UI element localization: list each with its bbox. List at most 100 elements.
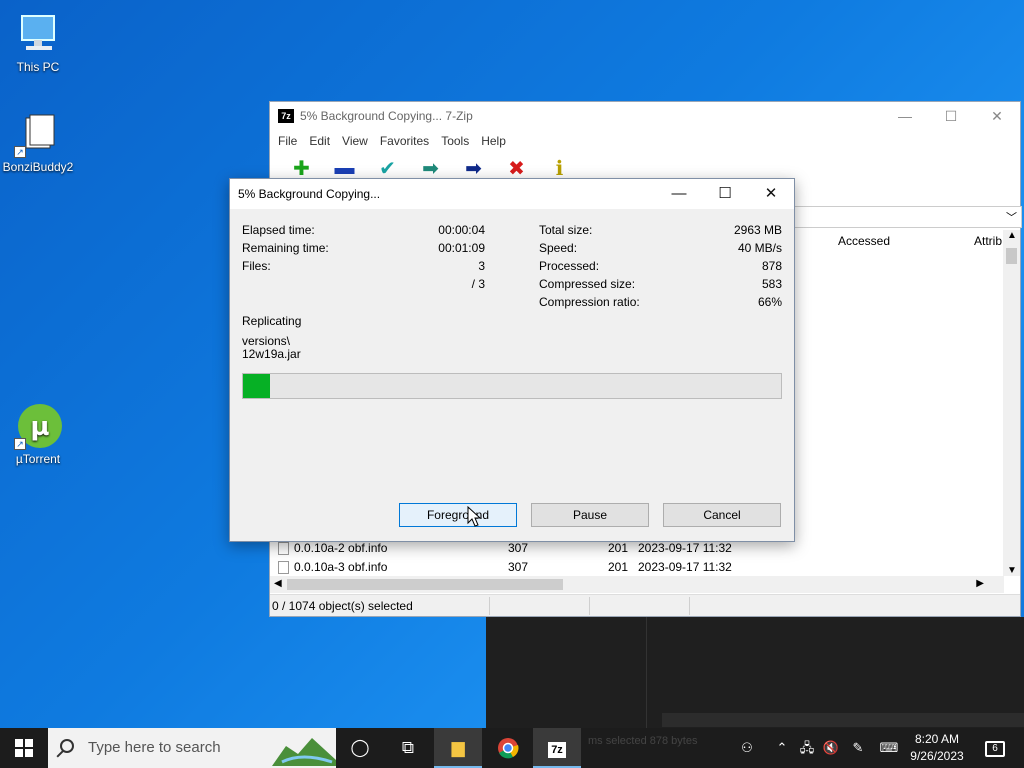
people-icon[interactable]: ⚇: [734, 728, 760, 768]
info-icon[interactable]: ℹ: [538, 156, 581, 181]
processed-value: 878: [761, 259, 782, 273]
horizontal-scrollbar[interactable]: ◀ ▶: [270, 576, 1004, 593]
background-status-text: ms selected 878 bytes: [588, 735, 698, 747]
pen-icon[interactable]: ✎: [846, 728, 870, 768]
compression-ratio-value: 66%: [757, 295, 782, 309]
address-bar[interactable]: ﹀: [794, 206, 1022, 228]
scroll-right-icon[interactable]: ▶: [976, 578, 984, 589]
desktop-icon-label: BonziBuddy2: [2, 160, 74, 174]
processed-label: Processed:: [539, 259, 600, 273]
notification-count: 6: [985, 740, 1005, 757]
menu-tools[interactable]: Tools: [441, 134, 469, 148]
remaining-time-value: 00:01:09: [438, 241, 485, 255]
svg-text:µ: µ: [30, 412, 49, 442]
utorrent-icon: µ ↗: [14, 402, 62, 450]
column-attrib[interactable]: Attrib: [974, 230, 1002, 252]
elapsed-time-value: 00:00:04: [438, 223, 485, 237]
minimize-button[interactable]: —: [882, 102, 928, 130]
maximize-button[interactable]: ☐: [702, 179, 748, 209]
scroll-left-icon[interactable]: ◀: [274, 578, 282, 589]
file-explorer-icon[interactable]: ▆: [434, 728, 482, 768]
close-button[interactable]: ✕: [748, 179, 794, 209]
files-value: 3: [478, 259, 485, 273]
current-path: versions\: [242, 334, 291, 348]
speed-label: Speed:: [539, 241, 578, 255]
menu-view[interactable]: View: [342, 134, 368, 148]
title-bar: 7z 5% Background Copying... 7-Zip — ☐ ✕: [270, 102, 1020, 130]
scroll-down-icon[interactable]: ▼: [1007, 565, 1017, 576]
list-item[interactable]: 0.0.10a-3 obf.info 307 201 2023-09-17 11…: [278, 558, 978, 577]
scroll-up-icon[interactable]: ▲: [1007, 230, 1017, 241]
operation-text: Replicating: [242, 314, 302, 328]
progress-fill: [243, 374, 270, 398]
folder-icon: ↗: [14, 110, 62, 158]
progress-dialog: 5% Background Copying... — ☐ ✕ Elapsed t…: [229, 178, 795, 542]
search-icon: [60, 739, 74, 753]
minimize-button[interactable]: —: [656, 179, 702, 209]
compressed-size-label: Compressed size:: [539, 277, 636, 291]
menu-help[interactable]: Help: [481, 134, 506, 148]
compression-ratio-label: Compression ratio:: [539, 295, 640, 309]
delete-icon[interactable]: ✖: [495, 156, 538, 181]
speed-value: 40 MB/s: [737, 241, 782, 255]
compressed-size-value: 583: [761, 277, 782, 291]
chevron-down-icon[interactable]: ﹀: [1006, 209, 1017, 225]
add-icon[interactable]: ✚: [280, 156, 323, 181]
desktop-icon-label: µTorrent: [15, 452, 61, 466]
task-view-icon[interactable]: ⧉: [384, 728, 432, 768]
shortcut-arrow-icon: ↗: [14, 438, 26, 450]
dialog-title-bar: 5% Background Copying... — ☐ ✕: [230, 179, 794, 209]
desktop-icon-this-pc[interactable]: This PC: [0, 10, 76, 74]
extract-icon[interactable]: ▬: [323, 157, 366, 180]
current-file: 12w19a.jar: [242, 347, 301, 361]
foreground-button[interactable]: Foreground: [399, 503, 517, 527]
files-total-value: / 3: [471, 277, 485, 291]
total-size-value: 2963 MB: [733, 223, 782, 237]
chrome-icon[interactable]: [484, 728, 532, 768]
volume-muted-icon[interactable]: 🔇: [820, 728, 842, 768]
background-window: [486, 617, 1024, 728]
cancel-button[interactable]: Cancel: [663, 503, 781, 527]
menu-bar: File Edit View Favorites Tools Help: [270, 130, 1020, 152]
window-title: 5% Background Copying... 7-Zip: [300, 109, 473, 123]
dialog-title: 5% Background Copying...: [238, 187, 381, 201]
desktop-icon-bonzibuddy[interactable]: ↗ BonziBuddy2: [0, 110, 76, 174]
move-icon[interactable]: ➡: [452, 156, 495, 181]
taskbar: Type here to search ◯ ⧉ ▆ 7z ms selected…: [0, 728, 1024, 768]
clock-date: 9/26/2023: [910, 749, 964, 763]
notifications-icon[interactable]: 6: [978, 728, 1012, 768]
windows-start-icon[interactable]: [0, 728, 48, 768]
7zip-logo-icon: 7z: [278, 109, 294, 123]
vertical-scrollbar[interactable]: ▲ ▼: [1003, 230, 1020, 576]
clock-time: 8:20 AM: [914, 732, 960, 746]
file-icon: [278, 561, 289, 575]
close-button[interactable]: ✕: [974, 102, 1020, 130]
monitor-icon: [14, 10, 62, 58]
search-placeholder: Type here to search: [88, 739, 221, 756]
cortana-icon[interactable]: ◯: [336, 728, 384, 768]
progress-bar: [242, 373, 782, 399]
column-accessed[interactable]: Accessed: [838, 230, 890, 252]
shortcut-arrow-icon: ↗: [14, 146, 26, 158]
selection-status: 0 / 1074 object(s) selected: [272, 599, 413, 613]
network-icon[interactable]: 🖧: [796, 728, 818, 768]
clock[interactable]: 8:20 AM 9/26/2023: [904, 731, 970, 765]
remaining-time-label: Remaining time:: [242, 241, 329, 255]
chevron-up-icon[interactable]: ⌃: [772, 728, 792, 768]
total-size-label: Total size:: [539, 223, 593, 237]
maximize-button[interactable]: ☐: [928, 102, 974, 130]
files-label: Files:: [242, 259, 271, 273]
search-highlight-icon: [272, 738, 336, 766]
pause-button[interactable]: Pause: [531, 503, 649, 527]
keyboard-icon[interactable]: ⌨: [876, 728, 902, 768]
menu-favorites[interactable]: Favorites: [380, 134, 429, 148]
menu-edit[interactable]: Edit: [309, 134, 330, 148]
copy-icon[interactable]: ➡: [409, 156, 452, 181]
test-icon[interactable]: ✔: [366, 156, 409, 181]
status-bar: 0 / 1074 object(s) selected: [270, 594, 1020, 616]
7zip-taskbar-icon[interactable]: 7z: [533, 728, 581, 768]
taskbar-search-box[interactable]: Type here to search: [48, 728, 336, 768]
elapsed-time-label: Elapsed time:: [242, 223, 315, 237]
desktop-icon-utorrent[interactable]: µ ↗ µTorrent: [0, 402, 76, 466]
menu-file[interactable]: File: [278, 134, 297, 148]
